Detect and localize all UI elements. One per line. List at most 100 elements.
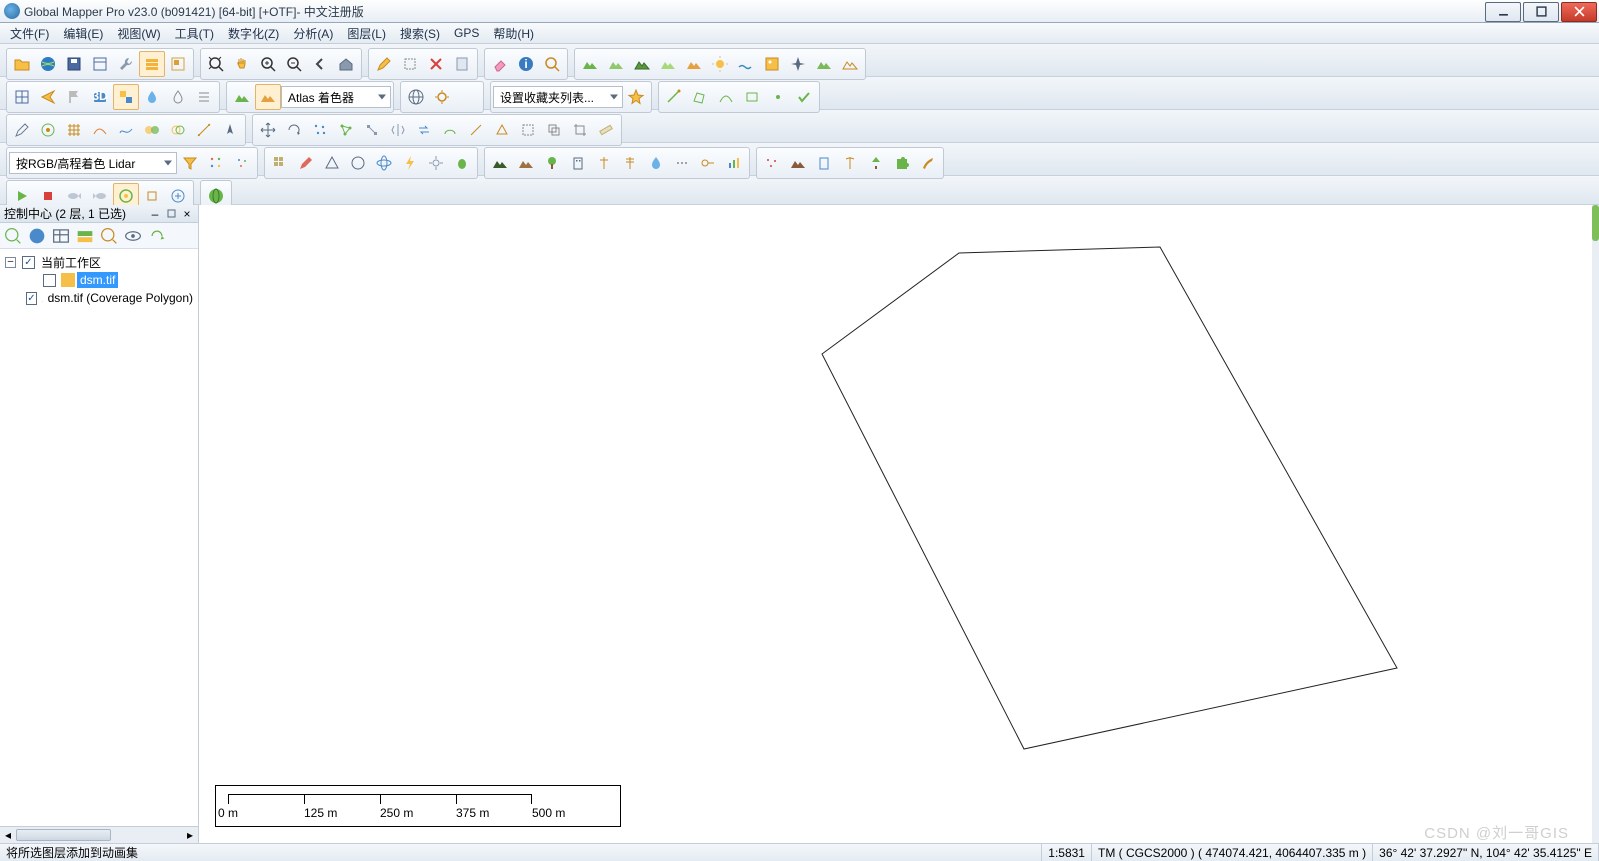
layer-checkbox[interactable]: ✓ <box>26 292 36 305</box>
find-icon[interactable] <box>539 51 565 77</box>
draw-curve-icon[interactable] <box>713 84 739 110</box>
terrain-brown-icon[interactable] <box>513 150 539 176</box>
3d-icon[interactable]: 3D <box>87 84 113 110</box>
panel-close-icon[interactable]: × <box>180 207 194 221</box>
draw-check-icon[interactable] <box>791 84 817 110</box>
snap-icon[interactable] <box>515 117 541 143</box>
menu-analysis[interactable]: 分析(A) <box>287 23 339 44</box>
tree-row[interactable]: dsm.tif <box>2 271 196 289</box>
minimize-button[interactable] <box>1485 2 1521 22</box>
atom-icon[interactable] <box>371 150 397 176</box>
compass-icon[interactable] <box>217 117 243 143</box>
bolt-icon[interactable] <box>397 150 423 176</box>
tower-icon[interactable] <box>591 150 617 176</box>
pole-icon[interactable] <box>617 150 643 176</box>
circle-icon[interactable] <box>345 150 371 176</box>
menu-gps[interactable]: GPS <box>448 24 485 42</box>
favorites-combo[interactable]: 设置收藏夹列表... <box>493 86 623 108</box>
palette-icon[interactable] <box>203 150 229 176</box>
vscroll-thumb[interactable] <box>1592 205 1599 241</box>
map-canvas[interactable]: 0 m 125 m 250 m 375 m 500 m <box>199 205 1599 843</box>
drop-icon[interactable] <box>165 84 191 110</box>
triangle-icon[interactable] <box>489 117 515 143</box>
panel-restore-icon[interactable] <box>164 207 178 221</box>
overview-icon[interactable] <box>165 51 191 77</box>
terrain2-icon[interactable] <box>603 51 629 77</box>
open-icon[interactable] <box>9 51 35 77</box>
freehand-icon[interactable] <box>113 117 139 143</box>
control-center-icon[interactable] <box>139 51 165 77</box>
pan-icon[interactable] <box>229 51 255 77</box>
draw-poly-icon[interactable] <box>687 84 713 110</box>
plane-icon[interactable] <box>785 51 811 77</box>
maximize-button[interactable] <box>1523 2 1559 22</box>
fish2-icon[interactable] <box>87 183 113 209</box>
profile-icon[interactable] <box>837 51 863 77</box>
draw-line-icon[interactable] <box>661 84 687 110</box>
refresh-layer-icon[interactable] <box>146 225 168 247</box>
grid2-icon[interactable] <box>61 117 87 143</box>
layer-checkbox[interactable] <box>43 274 56 287</box>
building-icon[interactable] <box>565 150 591 176</box>
building2-icon[interactable] <box>811 150 837 176</box>
merge-icon[interactable] <box>139 117 165 143</box>
scatter-icon[interactable] <box>307 117 333 143</box>
extend-icon[interactable] <box>463 117 489 143</box>
find-layer-icon[interactable] <box>98 225 120 247</box>
scroll-thumb[interactable] <box>16 829 111 841</box>
delete-icon[interactable] <box>423 51 449 77</box>
home-icon[interactable] <box>333 51 359 77</box>
dots-icon[interactable] <box>669 150 695 176</box>
funnel-icon[interactable] <box>177 150 203 176</box>
scroll-right-icon[interactable]: ▸ <box>182 827 198 843</box>
tree-root[interactable]: – ✓ 当前工作区 <box>2 253 196 271</box>
terrain-grad-icon[interactable] <box>681 51 707 77</box>
layer-tree[interactable]: – ✓ 当前工作区 dsm.tif ✓ dsm.tif (Coverage Po… <box>0 249 198 826</box>
edit-icon[interactable] <box>371 51 397 77</box>
pencil-icon[interactable] <box>9 117 35 143</box>
draw-rect-icon[interactable] <box>739 84 765 110</box>
terrain3-icon[interactable] <box>629 51 655 77</box>
terrain5-icon[interactable] <box>811 51 837 77</box>
select-rect-icon[interactable] <box>397 51 423 77</box>
globe-layer-icon[interactable] <box>26 225 48 247</box>
globe-icon[interactable] <box>35 51 61 77</box>
vertex-icon[interactable] <box>359 117 385 143</box>
menu-search[interactable]: 搜索(S) <box>394 23 446 44</box>
drop-alt-icon[interactable] <box>139 84 165 110</box>
lidar-combo[interactable]: 按RGB/高程着色 Lidar <box>9 152 177 174</box>
tri-warn-icon[interactable] <box>319 150 345 176</box>
zoom-in-icon[interactable] <box>255 51 281 77</box>
target-icon[interactable] <box>35 117 61 143</box>
eye-icon[interactable] <box>122 225 144 247</box>
root-checkbox[interactable]: ✓ <box>22 256 35 269</box>
save-icon[interactable] <box>61 51 87 77</box>
arrow-send-icon[interactable] <box>35 84 61 110</box>
copy-icon[interactable] <box>541 117 567 143</box>
pencil2-icon[interactable] <box>293 150 319 176</box>
layer-props-icon[interactable] <box>74 225 96 247</box>
key-icon[interactable] <box>695 150 721 176</box>
menu-edit[interactable]: 编辑(E) <box>57 23 109 44</box>
terrain-shader-icon[interactable] <box>229 84 255 110</box>
wrench-icon[interactable] <box>113 51 139 77</box>
info-icon[interactable]: i <box>513 51 539 77</box>
red-dots-icon[interactable] <box>759 150 785 176</box>
network-icon[interactable] <box>333 117 359 143</box>
paste-icon[interactable] <box>449 51 475 77</box>
join-icon[interactable] <box>437 117 463 143</box>
panel-dash-icon[interactable]: – <box>148 207 162 221</box>
eraser-icon[interactable] <box>487 51 513 77</box>
tree-row[interactable]: ✓ dsm.tif (Coverage Polygon) <box>2 289 196 307</box>
atlas-shader-icon[interactable] <box>255 84 281 110</box>
ruler2-icon[interactable] <box>593 117 619 143</box>
bug-icon[interactable] <box>449 150 475 176</box>
pixel-grid-icon[interactable] <box>267 150 293 176</box>
menu-help[interactable]: 帮助(H) <box>487 23 540 44</box>
water-level-icon[interactable] <box>733 51 759 77</box>
rotate-icon[interactable] <box>281 117 307 143</box>
terrain4-icon[interactable] <box>655 51 681 77</box>
menu-file[interactable]: 文件(F) <box>4 23 55 44</box>
collapse-icon[interactable]: – <box>5 257 16 268</box>
zoom-extents-icon[interactable] <box>203 51 229 77</box>
